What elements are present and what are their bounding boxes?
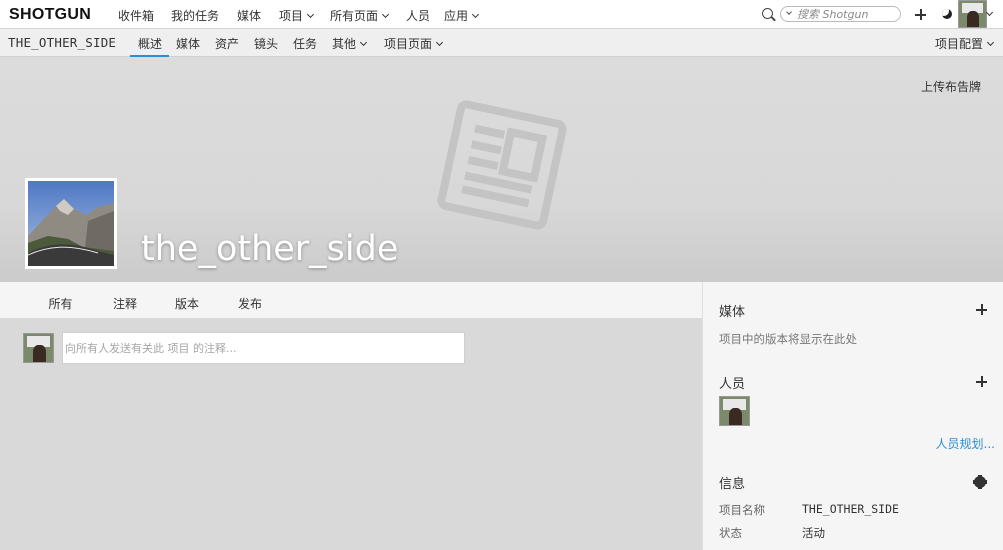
right-panel: 媒体 项目中的版本将显示在此处 人员 人员规划... 信息 项目名称 THE_O… bbox=[702, 282, 1003, 550]
project-title: the_other_side bbox=[141, 229, 399, 269]
tab-overview[interactable]: 概述 bbox=[130, 29, 169, 57]
tab-assets[interactable]: 资产 bbox=[215, 29, 239, 57]
tab-overview-label: 概述 bbox=[138, 37, 163, 51]
chevron-down-icon[interactable] bbox=[985, 8, 994, 17]
activity-feed bbox=[0, 318, 702, 550]
tab-shots[interactable]: 镜头 bbox=[254, 29, 278, 57]
people-section-title: 人员 bbox=[719, 377, 746, 392]
mountain-road-image bbox=[28, 181, 114, 266]
chevron-down-icon bbox=[359, 38, 368, 47]
chevron-down-icon bbox=[306, 10, 315, 19]
upload-billboard-link[interactable]: 上传布告牌 bbox=[921, 78, 981, 95]
tab-notes[interactable]: 注释 bbox=[113, 295, 137, 318]
nav-all-pages[interactable]: 所有页面 bbox=[330, 7, 390, 24]
add-person-icon[interactable] bbox=[976, 376, 987, 387]
search-icon[interactable] bbox=[762, 8, 773, 19]
chevron-down-icon bbox=[435, 38, 444, 47]
tab-project-pages[interactable]: 项目页面 bbox=[384, 29, 444, 57]
tab-other-label: 其他 bbox=[332, 37, 357, 51]
add-icon[interactable] bbox=[915, 9, 926, 20]
project-config-menu[interactable]: 项目配置 bbox=[935, 29, 995, 57]
project-thumbnail[interactable] bbox=[25, 178, 117, 269]
info-section-title: 信息 bbox=[719, 477, 746, 492]
project-name[interactable]: THE_OTHER_SIDE bbox=[8, 35, 116, 50]
info-label-status: 状态 bbox=[719, 526, 742, 540]
nav-apps-label: 应用 bbox=[444, 9, 469, 23]
media-empty-text: 项目中的版本将显示在此处 bbox=[719, 332, 857, 346]
nav-media[interactable]: 媒体 bbox=[237, 7, 261, 24]
nav-apps[interactable]: 应用 bbox=[444, 7, 480, 24]
nav-inbox[interactable]: 收件箱 bbox=[118, 7, 154, 24]
nav-projects-label: 项目 bbox=[279, 9, 304, 23]
add-media-icon[interactable] bbox=[976, 304, 987, 315]
project-bar: THE_OTHER_SIDE 概述 媒体 资产 镜头 任务 其他 项目页面 项目… bbox=[0, 29, 1003, 57]
top-nav: SHOTGUN 收件箱 我的任务 媒体 项目 所有页面 人员 应用 bbox=[0, 0, 1003, 29]
info-value-project-name: THE_OTHER_SIDE bbox=[802, 502, 899, 516]
tab-publishes[interactable]: 发布 bbox=[238, 295, 262, 318]
people-planning-link[interactable]: 人员规划... bbox=[936, 435, 995, 452]
gear-icon[interactable] bbox=[973, 475, 987, 489]
project-config-label: 项目配置 bbox=[935, 37, 984, 51]
nav-my-tasks[interactable]: 我的任务 bbox=[171, 7, 219, 24]
project-banner: 上传布告牌 the_other_side bbox=[0, 57, 1003, 282]
search-input[interactable] bbox=[797, 7, 897, 21]
tab-versions[interactable]: 版本 bbox=[175, 295, 199, 318]
activity-tabs: 所有 注释 版本 发布 bbox=[0, 282, 702, 320]
chevron-down-icon bbox=[471, 10, 480, 19]
media-section-title: 媒体 bbox=[719, 305, 746, 320]
tab-media[interactable]: 媒体 bbox=[176, 29, 200, 57]
shotgun-logo[interactable]: SHOTGUN bbox=[9, 6, 91, 24]
tab-tasks[interactable]: 任务 bbox=[293, 29, 317, 57]
tab-other[interactable]: 其他 bbox=[332, 29, 368, 57]
tab-all[interactable]: 所有 bbox=[44, 295, 77, 320]
chevron-down-icon bbox=[986, 38, 995, 47]
global-search bbox=[780, 6, 901, 22]
info-value-status[interactable]: 活动 bbox=[802, 525, 825, 541]
tab-project-pages-label: 项目页面 bbox=[384, 37, 433, 51]
chevron-down-icon[interactable] bbox=[786, 9, 792, 15]
note-input[interactable] bbox=[62, 332, 465, 364]
newspaper-icon bbox=[437, 100, 567, 230]
nav-people[interactable]: 人员 bbox=[406, 7, 430, 24]
info-label-project-name: 项目名称 bbox=[719, 503, 765, 517]
nav-projects[interactable]: 项目 bbox=[279, 7, 315, 24]
nav-all-pages-label: 所有页面 bbox=[330, 9, 379, 23]
moon-icon[interactable] bbox=[942, 9, 952, 19]
user-avatar[interactable] bbox=[958, 0, 987, 28]
person-avatar[interactable] bbox=[719, 396, 750, 426]
current-user-avatar bbox=[23, 333, 54, 363]
chevron-down-icon bbox=[381, 10, 390, 19]
